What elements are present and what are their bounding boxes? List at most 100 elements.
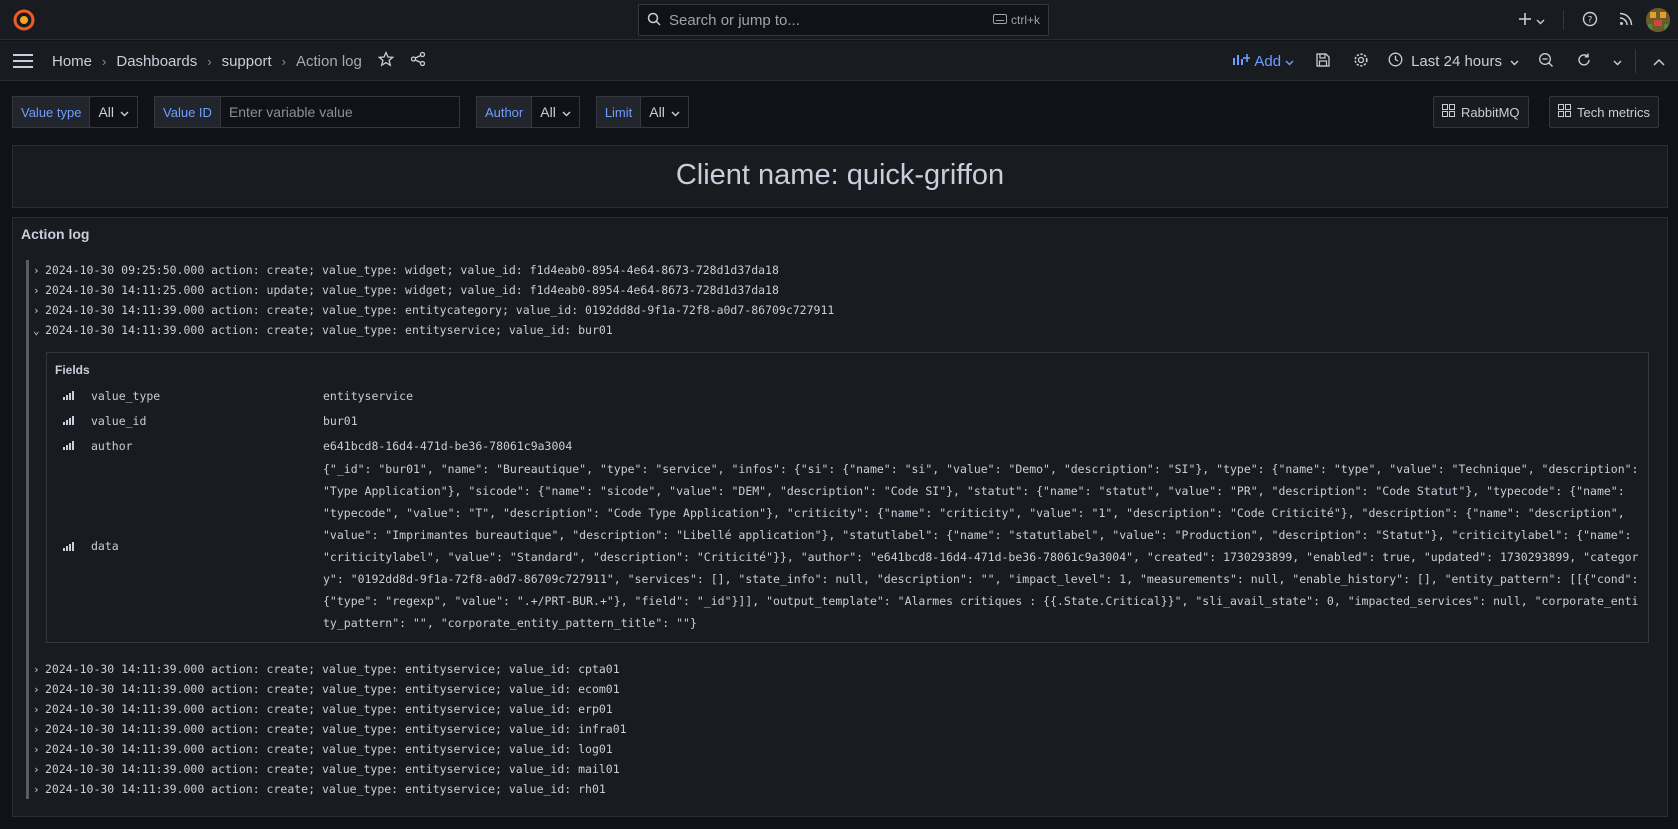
new-menu-button[interactable]: [1509, 6, 1553, 34]
tech-metrics-link[interactable]: Tech metrics: [1549, 96, 1659, 128]
field-key: data: [91, 539, 119, 553]
hamburger-icon[interactable]: [12, 51, 36, 71]
divider: [1635, 49, 1636, 73]
value-id-input[interactable]: Enter variable value: [220, 96, 460, 128]
field-row: value_id bur01: [55, 408, 1640, 433]
chevron-right-icon: ›: [33, 702, 40, 716]
log-row[interactable]: › 2024-10-30 14:11:39.000 action: create;…: [26, 300, 1659, 320]
field-value: {"_id": "bur01", "name": "Bureautique", …: [323, 462, 1646, 630]
log-row-expanded[interactable]: ⌄ 2024-10-30 14:11:39.000 action: create;…: [26, 320, 1659, 340]
variable-label-value-id: Value ID: [154, 96, 221, 128]
chevron-right-icon: ›: [33, 782, 40, 796]
settings-button[interactable]: [1342, 47, 1380, 75]
keyboard-icon: [992, 13, 1007, 27]
search-placeholder: Search or jump to...: [669, 11, 800, 29]
rabbitmq-link[interactable]: RabbitMQ: [1433, 96, 1529, 128]
breadcrumb-current: Action log: [295, 52, 362, 70]
dashboard-link-icon: [1558, 104, 1571, 120]
variable-label-author: Author: [475, 96, 533, 128]
author-select[interactable]: All: [532, 96, 580, 128]
breadcrumb-dashboards[interactable]: Dashboards: [116, 53, 197, 70]
log-row[interactable]: › 2024-10-30 09:25:50.000 action: create;…: [26, 260, 1659, 280]
log-row[interactable]: › 2024-10-30 14:11:39.000 action: create;…: [26, 759, 1659, 779]
collapse-button[interactable]: [1640, 47, 1678, 75]
chevron-right-icon: ›: [33, 662, 40, 676]
client-name-text: Client name: quick-griffon: [675, 159, 1005, 191]
log-row[interactable]: › 2024-10-30 14:11:39.000 action: create;…: [26, 679, 1659, 699]
field-value: bur01: [323, 413, 358, 428]
chevron-down-icon: [1536, 12, 1545, 28]
bar-chart-icon[interactable]: [55, 441, 91, 450]
log-row[interactable]: › 2024-10-30 14:11:25.000 action: update;…: [26, 280, 1659, 300]
log-row[interactable]: › 2024-10-30 14:11:39.000 action: create;…: [26, 779, 1659, 799]
action-log-panel: Action log › 2024-10-30 09:25:50.000 acti…: [12, 217, 1668, 817]
chevron-right-icon: ›: [33, 283, 40, 297]
field-key: value_type: [91, 388, 161, 403]
value-type-select[interactable]: All: [90, 96, 139, 128]
news-button[interactable]: [1610, 6, 1642, 34]
grafana-logo-icon[interactable]: [12, 8, 36, 32]
client-name-panel: Client name: quick-griffon: [12, 145, 1668, 208]
log-row[interactable]: › 2024-10-30 14:11:39.000 action: create;…: [26, 739, 1659, 759]
chevron-right-icon: ›: [102, 53, 107, 69]
breadcrumb-home[interactable]: Home: [52, 53, 92, 70]
chevron-down-icon: [1285, 53, 1294, 70]
chevron-down-icon: [1510, 53, 1519, 70]
refresh-interval-dropdown[interactable]: [1603, 47, 1631, 75]
chevron-right-icon: ›: [33, 263, 40, 277]
star-icon[interactable]: [377, 50, 395, 71]
chevron-right-icon: ›: [33, 682, 40, 696]
field-key: value_id: [91, 413, 147, 428]
fields-title: Fields: [55, 363, 90, 377]
divider: [1563, 10, 1564, 30]
field-value: entityservice: [323, 388, 414, 403]
search-input[interactable]: Search or jump to... ctrl+k: [638, 4, 1049, 36]
field-row: author e641bcd8-16d4-471d-be36-78061c9a3…: [55, 433, 1640, 458]
breadcrumb-folder[interactable]: support: [222, 53, 272, 70]
save-button[interactable]: [1304, 47, 1342, 75]
time-range-picker[interactable]: Last 24 hours: [1380, 47, 1527, 75]
svg-text:?: ?: [1588, 15, 1593, 25]
field-row: data {"_id": "bur01", "name": "Bureautiq…: [55, 458, 1640, 634]
bar-chart-icon[interactable]: [55, 541, 91, 551]
chevron-down-icon: [1613, 53, 1622, 69]
variable-label-value-type: Value type: [12, 96, 91, 128]
field-key: author: [91, 438, 133, 453]
chevron-down-icon: [671, 104, 680, 120]
dashboard-link-icon: [1442, 104, 1455, 120]
add-panel-icon: [1232, 52, 1251, 70]
log-row[interactable]: › 2024-10-30 14:11:39.000 action: create;…: [26, 699, 1659, 719]
search-icon: [647, 12, 661, 29]
zoom-out-button[interactable]: [1527, 47, 1565, 75]
field-value: e641bcd8-16d4-471d-be36-78061c9a3004: [323, 438, 573, 453]
chevron-right-icon: ›: [33, 722, 40, 736]
save-icon: [1315, 52, 1331, 71]
limit-select[interactable]: All: [641, 96, 689, 128]
breadcrumb: Home › Dashboards › support › Action log: [52, 50, 426, 71]
avatar[interactable]: [1646, 8, 1670, 32]
log-row[interactable]: › 2024-10-30 14:11:39.000 action: create;…: [26, 659, 1659, 679]
log-list: › 2024-10-30 09:25:50.000 action: create;…: [26, 260, 1659, 799]
chevron-down-icon: [562, 104, 571, 120]
log-row[interactable]: › 2024-10-30 14:11:39.000 action: create;…: [26, 719, 1659, 739]
help-icon: ?: [1582, 11, 1598, 30]
add-button[interactable]: Add: [1222, 47, 1304, 75]
share-icon[interactable]: [410, 51, 426, 71]
add-button-label: Add: [1254, 52, 1282, 70]
variables-bar: Value type All Value ID Enter variable v…: [12, 96, 689, 128]
chevron-right-icon: ›: [33, 742, 40, 756]
bar-chart-icon[interactable]: [55, 416, 91, 425]
search-shortcut: ctrl+k: [992, 13, 1040, 27]
chevron-right-icon: ›: [33, 762, 40, 776]
chevron-down-icon: ⌄: [33, 323, 40, 337]
bar-chart-icon[interactable]: [55, 391, 91, 400]
chevron-right-icon: ›: [281, 53, 286, 69]
refresh-button[interactable]: [1565, 47, 1603, 75]
variable-label-limit: Limit: [595, 96, 642, 128]
panel-title[interactable]: Action log: [21, 226, 89, 242]
plus-icon: [1518, 12, 1532, 29]
gear-icon: [1353, 52, 1369, 71]
dashboard-nav-bar: Home › Dashboards › support › Action log…: [0, 41, 1678, 81]
help-button[interactable]: ?: [1574, 6, 1606, 34]
rss-icon: [1619, 12, 1633, 29]
